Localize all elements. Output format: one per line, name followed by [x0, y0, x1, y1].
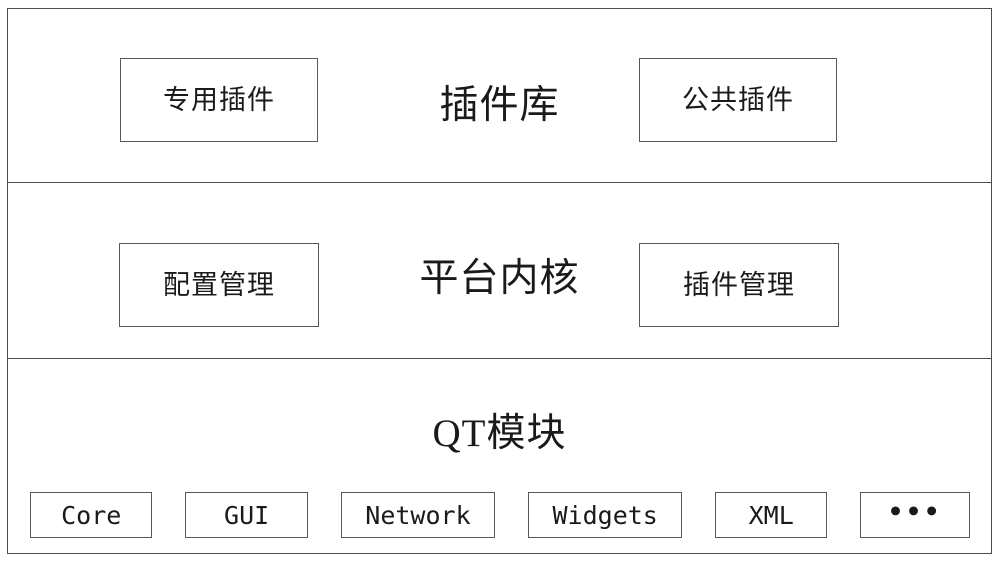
- box-label-plugin-management: 插件管理: [683, 269, 795, 300]
- module-label-core: Core: [61, 500, 122, 530]
- box-label-config-management: 配置管理: [163, 269, 275, 300]
- layer-qt-module: QT模块 Core GUI Network Widgets XML •••: [8, 359, 991, 552]
- box-label-dedicated-plugin: 专用插件: [163, 84, 275, 115]
- module-box-core: Core: [30, 492, 153, 538]
- architecture-diagram: 插件库 专用插件 公共插件 平台内核 配置管理 插件管理 QT模块 Core G…: [7, 8, 992, 554]
- ellipsis-icon: •••: [887, 496, 943, 526]
- qt-module-list: Core GUI Network Widgets XML •••: [30, 492, 971, 538]
- module-label-xml: XML: [748, 500, 794, 530]
- module-box-more: •••: [860, 492, 971, 538]
- module-box-widgets: Widgets: [528, 492, 683, 538]
- module-label-gui: GUI: [224, 500, 270, 530]
- box-label-common-plugin: 公共插件: [682, 84, 794, 115]
- box-config-management: 配置管理: [119, 243, 319, 327]
- module-label-widgets: Widgets: [552, 500, 658, 530]
- box-common-plugin: 公共插件: [639, 58, 837, 142]
- module-box-network: Network: [340, 492, 496, 538]
- module-box-xml: XML: [715, 492, 828, 538]
- module-box-gui: GUI: [185, 492, 308, 538]
- box-dedicated-plugin: 专用插件: [120, 58, 318, 142]
- box-plugin-management: 插件管理: [639, 243, 839, 327]
- layer-platform-kernel: 平台内核 配置管理 插件管理: [8, 183, 991, 359]
- layer-title-qt-module: QT模块: [432, 412, 567, 455]
- module-label-network: Network: [365, 500, 471, 530]
- layer-plugin-library: 插件库 专用插件 公共插件: [8, 9, 991, 183]
